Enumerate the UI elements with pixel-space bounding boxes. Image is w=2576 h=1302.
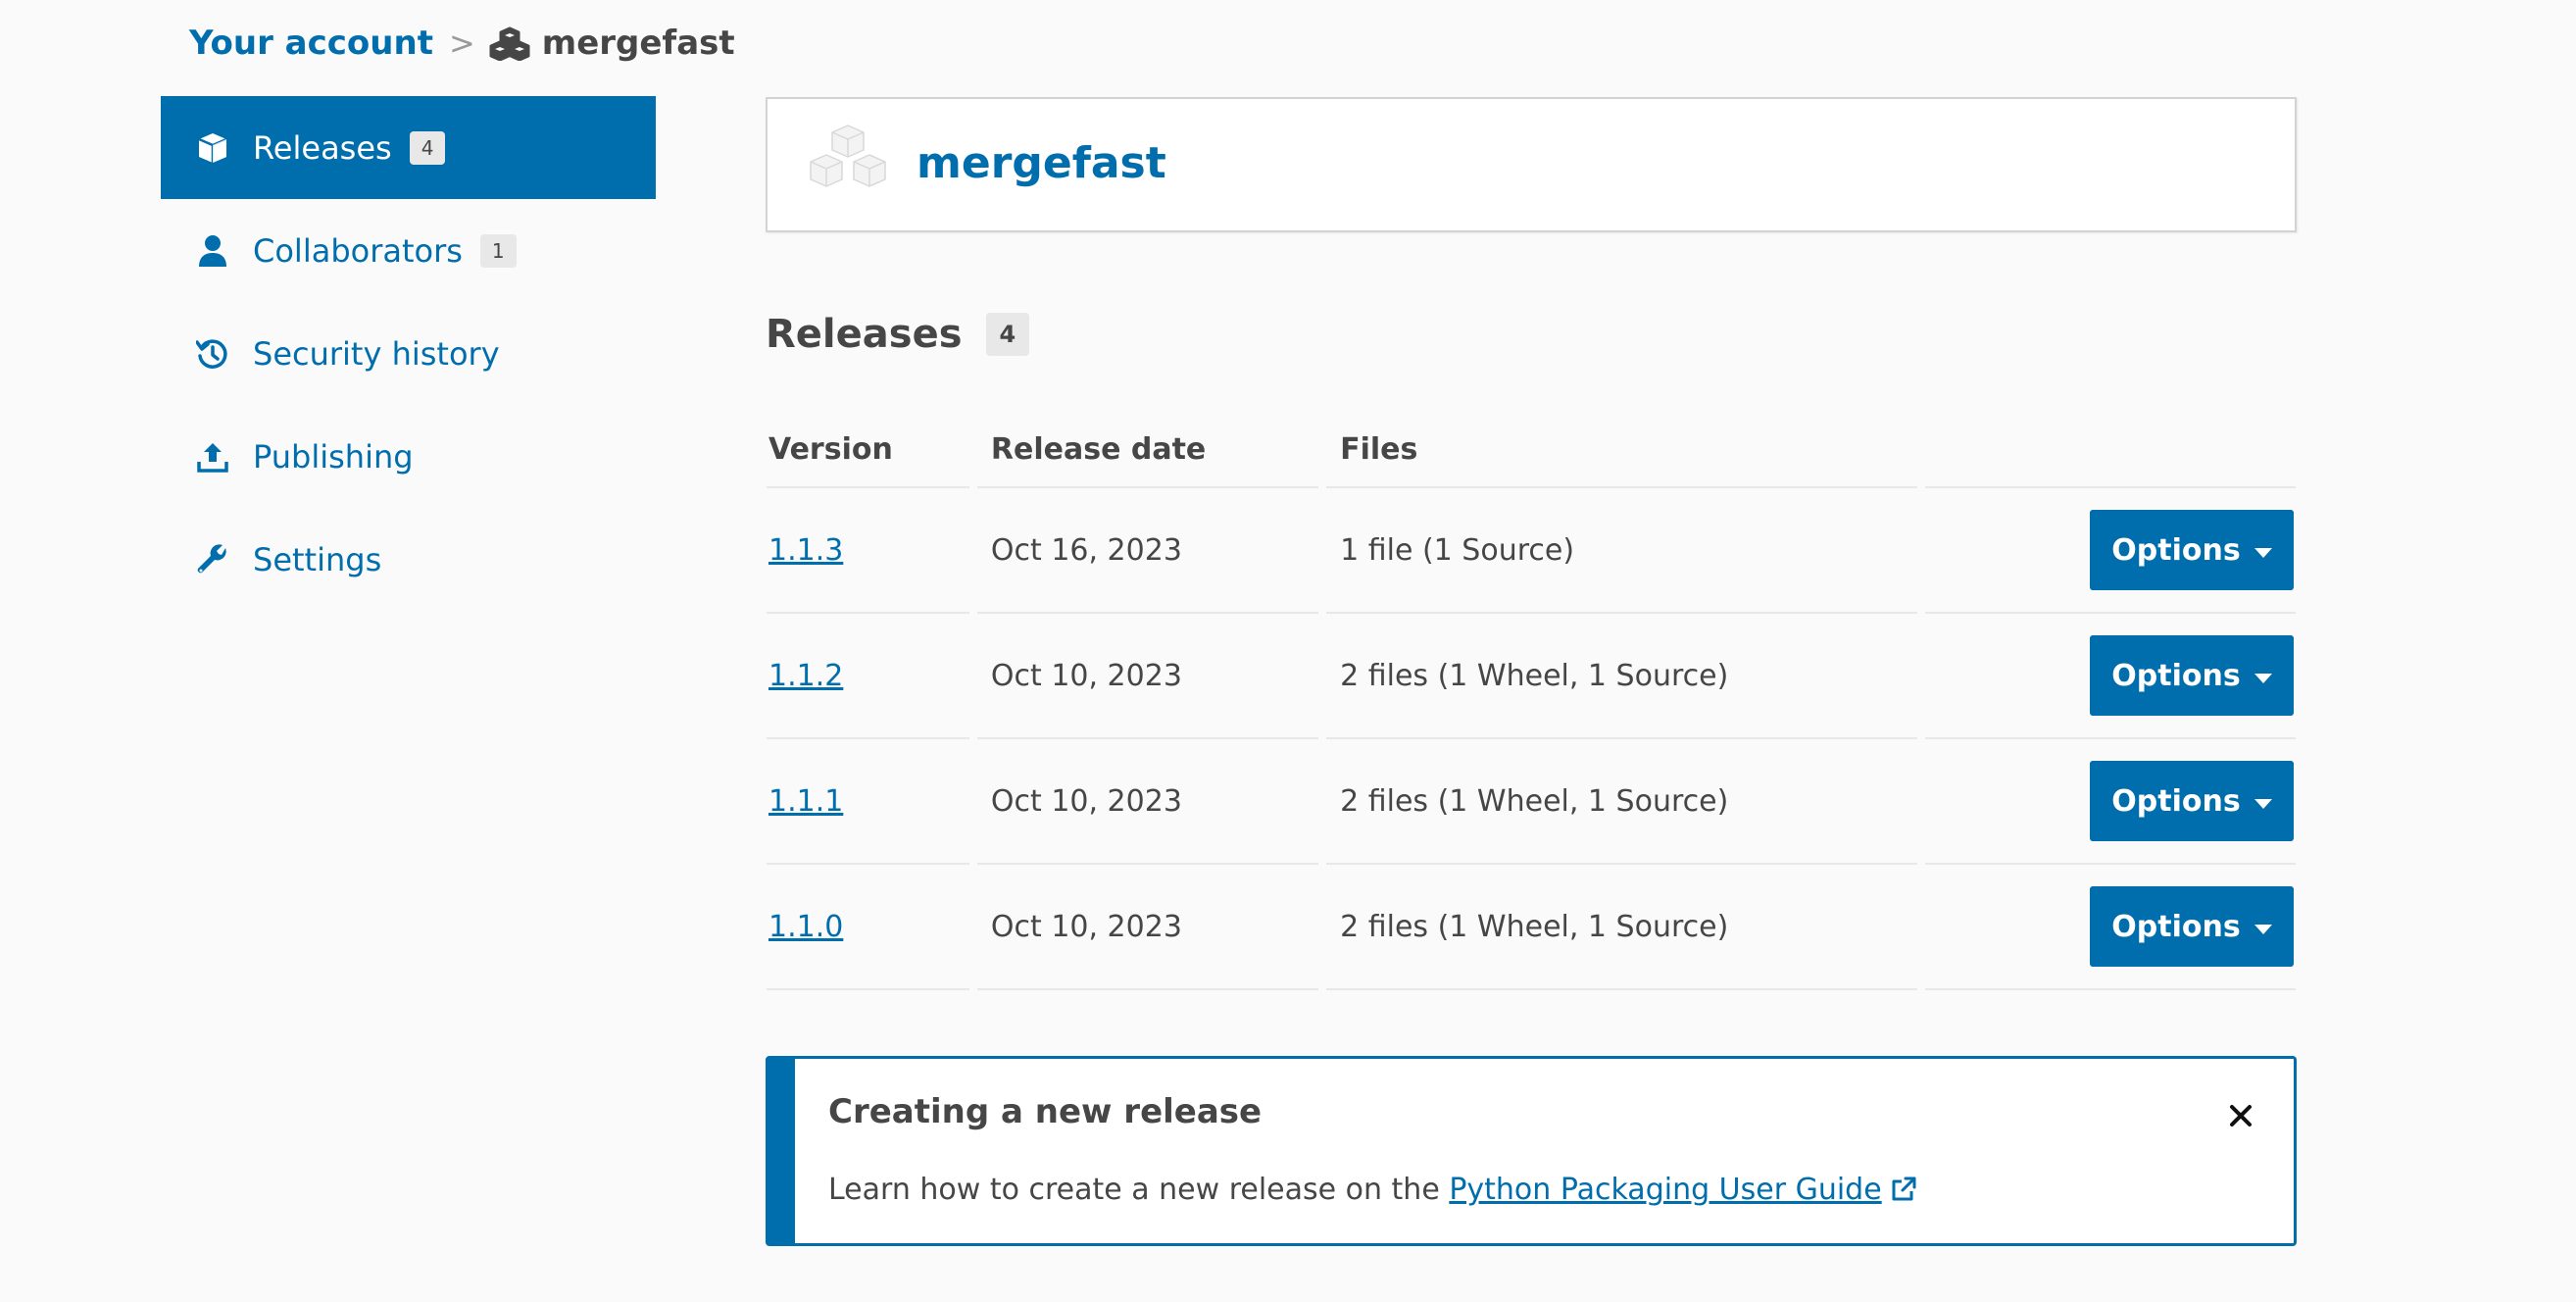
project-header-card: mergefast — [766, 97, 2297, 232]
version-cell: 1.1.1 — [767, 739, 969, 865]
column-header-release-date: Release date — [976, 412, 1319, 488]
column-header-options — [1925, 412, 2296, 488]
version-cell: 1.1.2 — [767, 614, 969, 739]
python-packaging-guide-link-text: Python Packaging User Guide — [1449, 1173, 1882, 1207]
options-button-label: Options — [2111, 783, 2241, 819]
external-link-icon — [1892, 1177, 1916, 1201]
options-cell: Options — [1925, 865, 2296, 990]
caret-down-icon — [2254, 548, 2272, 558]
releases-count-badge: 4 — [409, 130, 446, 165]
version-cell: 1.1.0 — [767, 865, 969, 990]
version-link[interactable]: 1.1.2 — [768, 659, 843, 693]
options-button-label: Options — [2111, 909, 2241, 944]
history-icon — [194, 335, 231, 373]
releases-heading-count-badge: 4 — [985, 313, 1030, 356]
options-dropdown-button[interactable]: Options — [2090, 635, 2294, 716]
table-row: 1.1.1 Oct 10, 2023 2 files (1 Wheel, 1 S… — [767, 739, 2296, 865]
collaborators-count-badge: 1 — [479, 233, 517, 268]
callout-body-text: Learn how to create a new release on the — [828, 1173, 1450, 1207]
options-cell: Options — [1925, 488, 2296, 614]
caret-down-icon — [2254, 674, 2272, 683]
release-date-cell: Oct 10, 2023 — [976, 865, 1319, 990]
caret-down-icon — [2254, 799, 2272, 809]
options-dropdown-button[interactable]: Options — [2090, 761, 2294, 841]
version-link[interactable]: 1.1.1 — [768, 784, 843, 819]
breadcrumb-your-account-link[interactable]: Your account — [189, 24, 433, 63]
table-row: 1.1.0 Oct 10, 2023 2 files (1 Wheel, 1 S… — [767, 865, 2296, 990]
sidebar-item-label: Security history — [253, 334, 500, 373]
callout-body: Learn how to create a new release on the… — [828, 1173, 1917, 1207]
options-cell: Options — [1925, 739, 2296, 865]
options-cell: Options — [1925, 614, 2296, 739]
version-cell: 1.1.3 — [767, 488, 969, 614]
callout-title: Creating a new release — [828, 1092, 1263, 1131]
python-packaging-guide-link[interactable]: Python Packaging User Guide — [1449, 1173, 1916, 1207]
releases-table: Version Release date Files 1.1.3 Oct 16,… — [767, 412, 2296, 990]
upload-icon — [194, 438, 231, 476]
cubes-icon — [489, 26, 530, 61]
close-icon[interactable] — [2221, 1096, 2260, 1135]
sidebar-item-releases[interactable]: Releases 4 — [161, 96, 656, 199]
table-row: 1.1.3 Oct 16, 2023 1 file (1 Source) Opt… — [767, 488, 2296, 614]
column-header-version: Version — [767, 412, 969, 488]
files-cell: 1 file (1 Source) — [1326, 488, 1917, 614]
caret-down-icon — [2254, 925, 2272, 934]
table-header-row: Version Release date Files — [767, 412, 2296, 488]
sidebar-item-publishing[interactable]: Publishing — [161, 405, 656, 508]
sidebar-item-security-history[interactable]: Security history — [161, 302, 656, 405]
project-name-link[interactable]: mergefast — [916, 138, 1166, 188]
table-row: 1.1.2 Oct 10, 2023 2 files (1 Wheel, 1 S… — [767, 614, 2296, 739]
cubes-logo-icon — [810, 125, 886, 187]
sidebar-item-label: Publishing — [253, 437, 414, 476]
options-button-label: Options — [2111, 658, 2241, 693]
sidebar-nav: Releases 4 Collaborators 1 Security hist… — [161, 96, 656, 611]
wrench-icon — [194, 541, 231, 578]
sidebar-item-label: Collaborators — [253, 231, 463, 270]
files-cell: 2 files (1 Wheel, 1 Source) — [1326, 739, 1917, 865]
new-release-callout: Creating a new release Learn how to crea… — [766, 1056, 2297, 1246]
sidebar-item-collaborators[interactable]: Collaborators 1 — [161, 199, 656, 302]
version-link[interactable]: 1.1.0 — [768, 910, 843, 944]
options-dropdown-button[interactable]: Options — [2090, 510, 2294, 590]
breadcrumb-project-name: mergefast — [541, 24, 735, 63]
column-header-files: Files — [1326, 412, 1917, 488]
sidebar-item-settings[interactable]: Settings — [161, 508, 656, 611]
options-dropdown-button[interactable]: Options — [2090, 886, 2294, 967]
version-link[interactable]: 1.1.3 — [768, 533, 843, 568]
options-button-label: Options — [2111, 532, 2241, 568]
files-cell: 2 files (1 Wheel, 1 Source) — [1326, 865, 1917, 990]
release-date-cell: Oct 10, 2023 — [976, 739, 1319, 865]
breadcrumb-separator: > — [448, 25, 475, 62]
sidebar-item-label: Settings — [253, 540, 382, 578]
releases-title: Releases — [766, 312, 963, 357]
sidebar-item-label: Releases — [253, 128, 392, 167]
files-cell: 2 files (1 Wheel, 1 Source) — [1326, 614, 1917, 739]
release-date-cell: Oct 16, 2023 — [976, 488, 1319, 614]
user-icon — [194, 232, 231, 270]
box-icon — [194, 129, 231, 167]
release-date-cell: Oct 10, 2023 — [976, 614, 1319, 739]
releases-heading: Releases 4 — [766, 312, 1030, 357]
breadcrumb: Your account > mergefast — [189, 20, 735, 67]
